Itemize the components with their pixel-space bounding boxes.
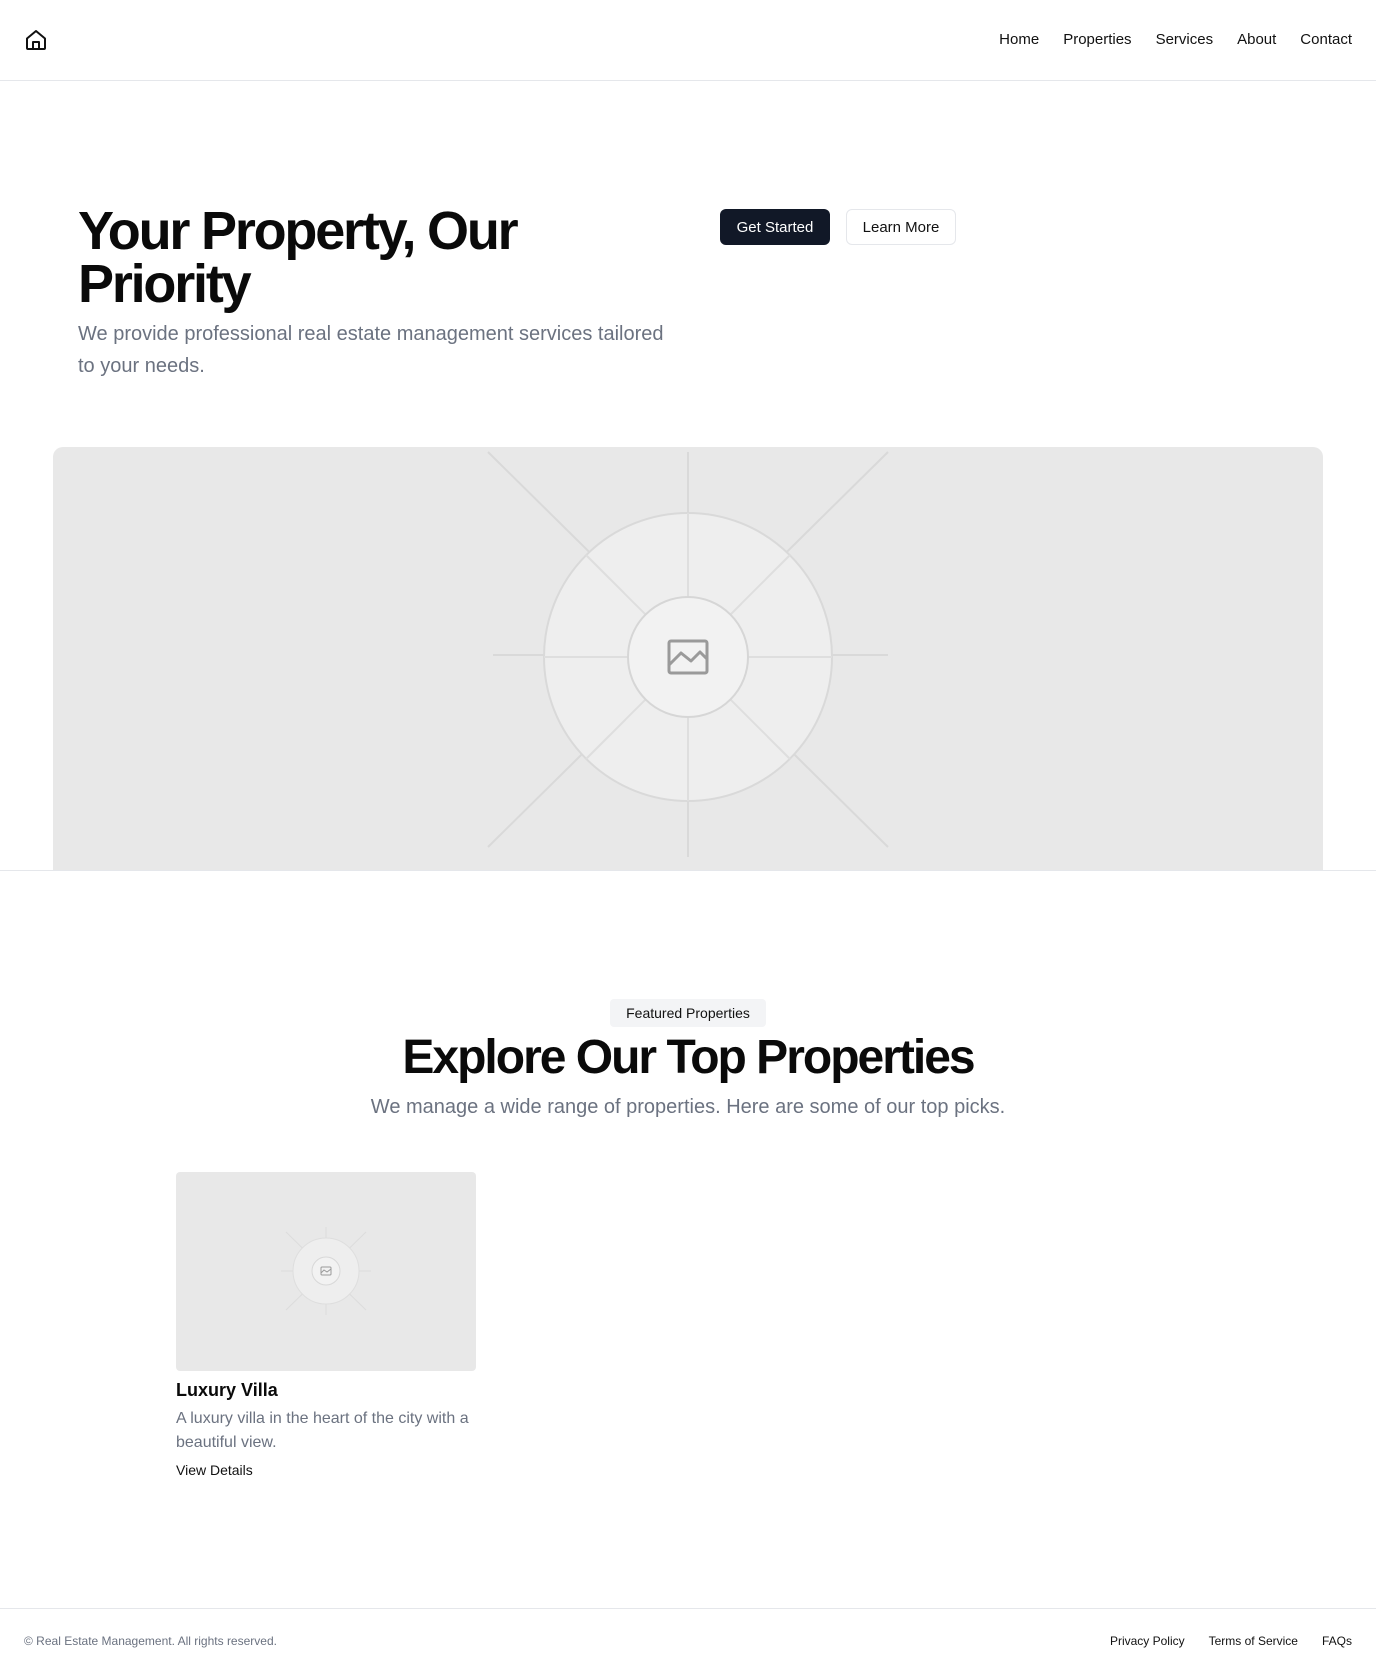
get-started-button[interactable]: Get Started [720,209,830,245]
footer-links: Privacy Policy Terms of Service FAQs [1110,1633,1352,1649]
main-nav: Home Properties Services About Contact [999,30,1352,50]
privacy-policy-link[interactable]: Privacy Policy [1110,1633,1185,1649]
nav-properties-link[interactable]: Properties [1063,30,1131,50]
nav-services-link[interactable]: Services [1156,30,1214,50]
faqs-link[interactable]: FAQs [1322,1633,1352,1649]
home-icon[interactable] [24,28,48,52]
view-details-link[interactable]: View Details [176,1460,253,1480]
section-divider [0,870,1376,871]
section-subtitle: We manage a wide range of properties. He… [370,1096,1006,1118]
nav-contact-link[interactable]: Contact [1300,30,1352,50]
nav-home-link[interactable]: Home [999,30,1039,50]
property-card-image[interactable] [176,1172,476,1371]
terms-of-service-link[interactable]: Terms of Service [1209,1633,1298,1649]
image-placeholder-icon [487,451,889,857]
featured-badge: Featured Properties [610,999,766,1027]
site-header: Home Properties Services About Contact [0,0,1376,81]
section-title: Explore Our Top Properties [402,1031,975,1084]
hero-title: Your Property, Our Priority [78,201,519,314]
copyright-text: © Real Estate Management. All rights res… [24,1634,277,1648]
property-card-title: Luxury Villa [176,1380,278,1400]
site-footer: © Real Estate Management. All rights res… [0,1608,1376,1673]
property-card-description: A luxury villa in the heart of the city … [176,1410,469,1451]
hero-subtitle: We provide professional real estate mana… [78,323,664,377]
image-placeholder-icon [281,1227,371,1315]
nav-about-link[interactable]: About [1237,30,1276,50]
learn-more-button[interactable]: Learn More [846,209,956,245]
hero-image-placeholder [53,447,1323,870]
